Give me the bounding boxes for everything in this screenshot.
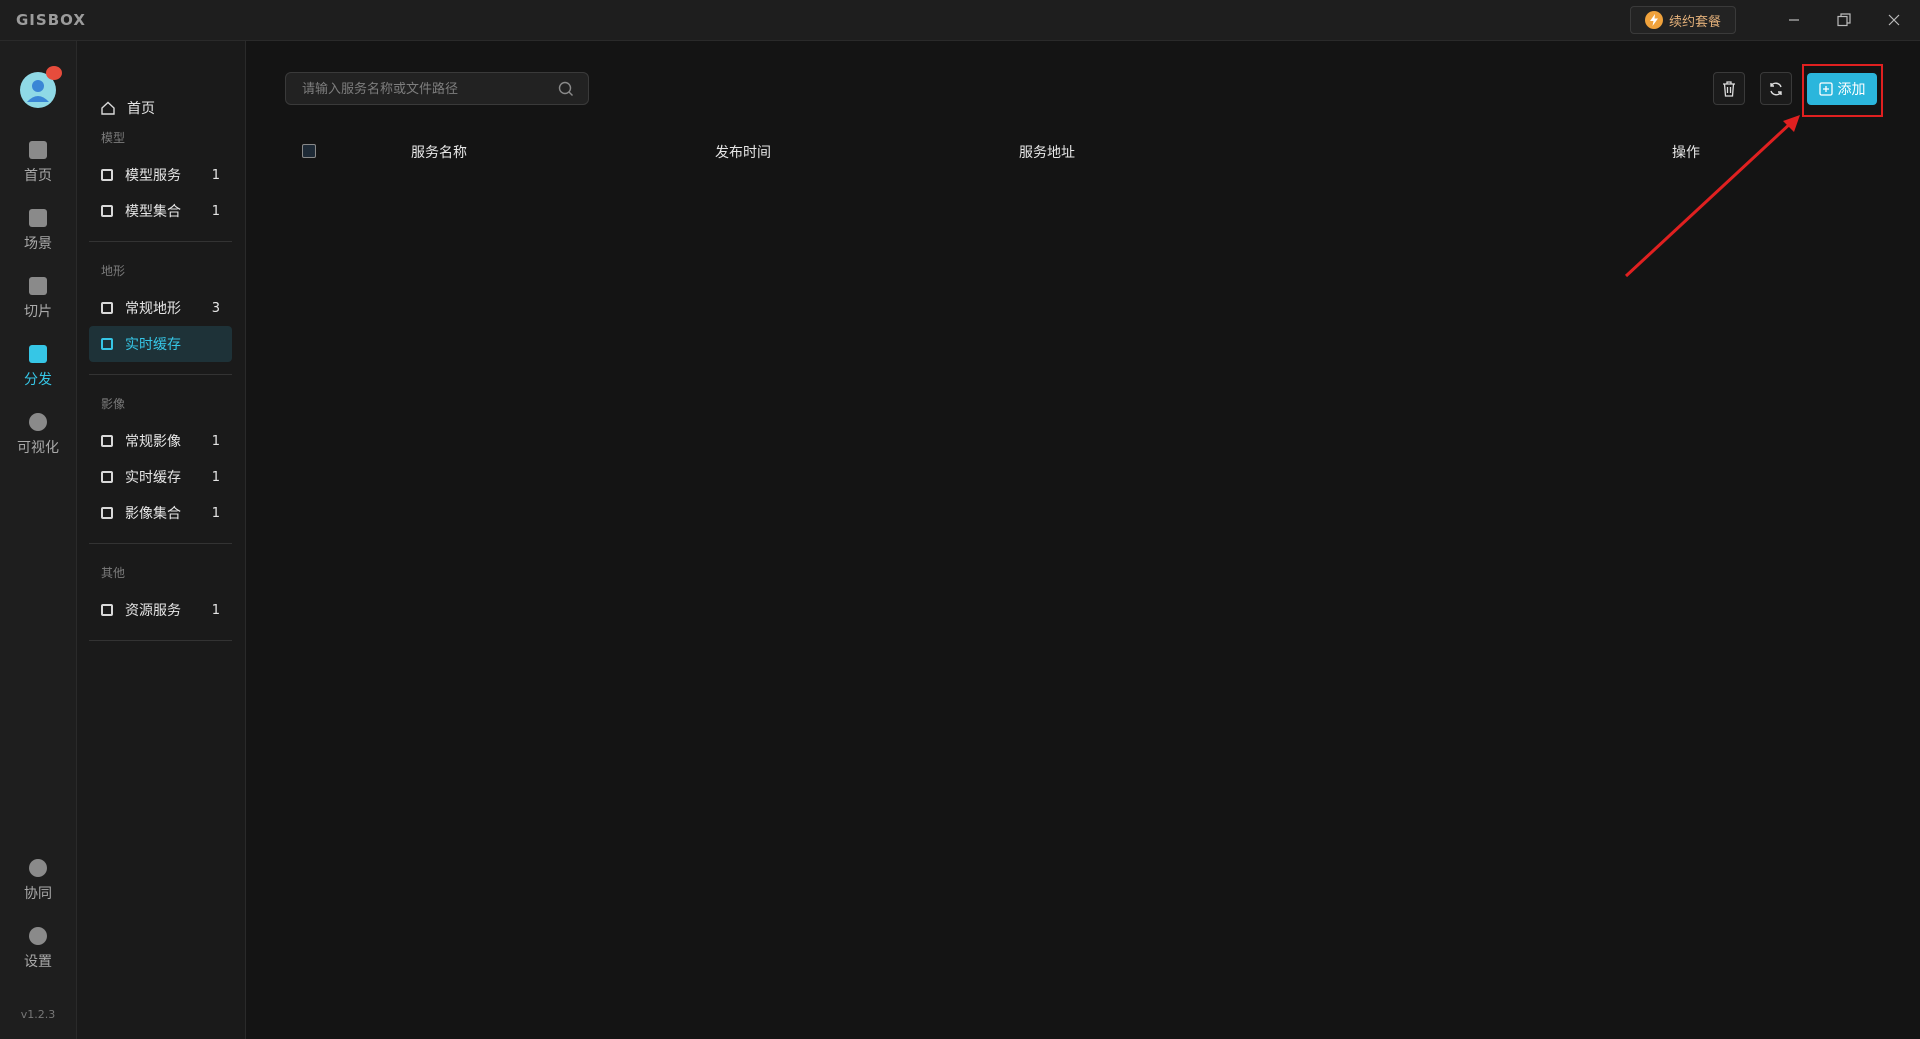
search-box xyxy=(285,72,589,106)
divider xyxy=(89,640,232,641)
rail-item-label: 分发 xyxy=(24,372,52,388)
rail-item-label: 协同 xyxy=(24,886,52,902)
close-button[interactable] xyxy=(1880,8,1908,32)
column-header-service-address[interactable]: 服务地址 xyxy=(1019,142,1075,162)
item-count: 1 xyxy=(211,505,220,521)
rail-item-visualization[interactable]: 可视化 xyxy=(0,413,76,473)
imagery-icon xyxy=(101,435,113,447)
column-header-actions: 操作 xyxy=(1672,145,1700,161)
sidebar-item-label: 资源服务 xyxy=(125,603,181,619)
sidebar-item-label: 常规地形 xyxy=(125,301,181,317)
app-logo: GISBOX xyxy=(16,11,86,29)
rail-item-scene[interactable]: 场景 xyxy=(0,209,76,269)
renew-plan-button[interactable]: 续约套餐 xyxy=(1630,6,1736,34)
rail-item-distribute[interactable]: 分发 xyxy=(0,345,76,405)
restore-icon xyxy=(1837,13,1851,27)
search-input[interactable] xyxy=(286,73,544,106)
item-count: 1 xyxy=(211,602,220,618)
sidebar-item-label: 影像集合 xyxy=(125,506,181,522)
rail-item-collaboration[interactable]: 协同 xyxy=(0,859,76,919)
search-icon[interactable] xyxy=(558,81,574,97)
item-count: 3 xyxy=(211,300,220,316)
sidebar-item-label: 首页 xyxy=(127,101,155,117)
terrain-icon xyxy=(101,338,113,350)
minimize-icon xyxy=(1789,19,1799,21)
model-icon xyxy=(101,169,113,181)
restore-button[interactable] xyxy=(1830,8,1858,32)
sidebar-item-label: 实时缓存 xyxy=(125,470,181,486)
lightning-icon xyxy=(1644,11,1663,29)
refresh-icon xyxy=(1770,82,1782,95)
refresh-button[interactable] xyxy=(1760,72,1792,105)
notification-badge xyxy=(46,66,62,80)
sidebar-item-regular-imagery[interactable]: 常规影像 1 xyxy=(89,423,232,459)
tile-icon xyxy=(29,277,47,295)
sidebar: 首页 模型 模型服务 1 模型集合 1 地形 常规地形 3 实时缓存 影像 常规… xyxy=(77,41,246,1039)
rail-item-tile[interactable]: 切片 xyxy=(0,277,76,337)
avatar[interactable] xyxy=(20,66,62,108)
home-icon xyxy=(101,101,115,115)
nav-rail: 首页 场景 切片 分发 可视化 协同 设置 v1.2.3 xyxy=(0,41,77,1039)
section-title-terrain: 地形 xyxy=(101,264,126,278)
sidebar-item-terrain-realtime-cache[interactable]: 实时缓存 xyxy=(89,326,232,362)
sidebar-item-imagery-realtime-cache[interactable]: 实时缓存 1 xyxy=(89,459,232,495)
settings-icon xyxy=(29,927,47,945)
divider xyxy=(89,543,232,544)
resource-icon xyxy=(101,604,113,616)
column-header-service-name[interactable]: 服务名称 xyxy=(411,142,467,162)
trash-icon xyxy=(1723,80,1735,97)
terrain-icon xyxy=(101,302,113,314)
home-icon xyxy=(29,141,47,159)
close-icon xyxy=(1888,14,1900,26)
item-count: 1 xyxy=(211,433,220,449)
sidebar-item-regular-terrain[interactable]: 常规地形 3 xyxy=(89,290,232,326)
visualization-icon xyxy=(29,413,47,431)
version-label: v1.2.3 xyxy=(20,1008,56,1021)
sidebar-item-label: 常规影像 xyxy=(125,434,181,450)
imagery-icon xyxy=(101,507,113,519)
divider xyxy=(89,241,232,242)
sidebar-item-resource-service[interactable]: 资源服务 1 xyxy=(89,592,232,628)
divider xyxy=(89,374,232,375)
rail-item-label: 场景 xyxy=(24,236,52,252)
sidebar-item-model-collection[interactable]: 模型集合 1 xyxy=(89,193,232,229)
rail-item-settings[interactable]: 设置 xyxy=(0,927,76,987)
item-count: 1 xyxy=(211,469,220,485)
rail-item-label: 切片 xyxy=(24,304,52,320)
item-count: 1 xyxy=(211,203,220,219)
sidebar-item-label: 模型服务 xyxy=(125,168,181,184)
sidebar-item-label: 实时缓存 xyxy=(125,337,181,353)
rail-item-label: 可视化 xyxy=(17,440,59,456)
column-header-publish-time[interactable]: 发布时间 xyxy=(715,142,771,162)
select-all-checkbox[interactable] xyxy=(302,144,316,158)
imagery-icon xyxy=(101,471,113,483)
model-icon xyxy=(101,205,113,217)
title-bar: GISBOX 续约套餐 xyxy=(0,0,1920,41)
sidebar-item-model-service[interactable]: 模型服务 1 xyxy=(89,157,232,193)
minimize-button[interactable] xyxy=(1780,8,1808,32)
item-count: 1 xyxy=(211,167,220,183)
annotation-arrow xyxy=(1624,115,1800,278)
section-title-model: 模型 xyxy=(101,131,126,145)
delete-button[interactable] xyxy=(1713,72,1745,105)
renew-plan-label: 续约套餐 xyxy=(1668,14,1721,30)
distribute-icon xyxy=(29,345,47,363)
collaboration-icon xyxy=(29,859,47,877)
rail-item-home[interactable]: 首页 xyxy=(0,141,76,201)
rail-item-label: 首页 xyxy=(24,168,52,184)
sidebar-item-label: 模型集合 xyxy=(125,204,181,220)
sidebar-item-home[interactable]: 首页 xyxy=(89,90,232,126)
annotation-highlight-box xyxy=(1802,64,1883,117)
rail-item-label: 设置 xyxy=(24,954,52,970)
section-title-other: 其他 xyxy=(101,566,126,580)
scene-icon xyxy=(29,209,47,227)
section-title-imagery: 影像 xyxy=(101,397,126,411)
sidebar-item-imagery-collection[interactable]: 影像集合 1 xyxy=(89,495,232,531)
